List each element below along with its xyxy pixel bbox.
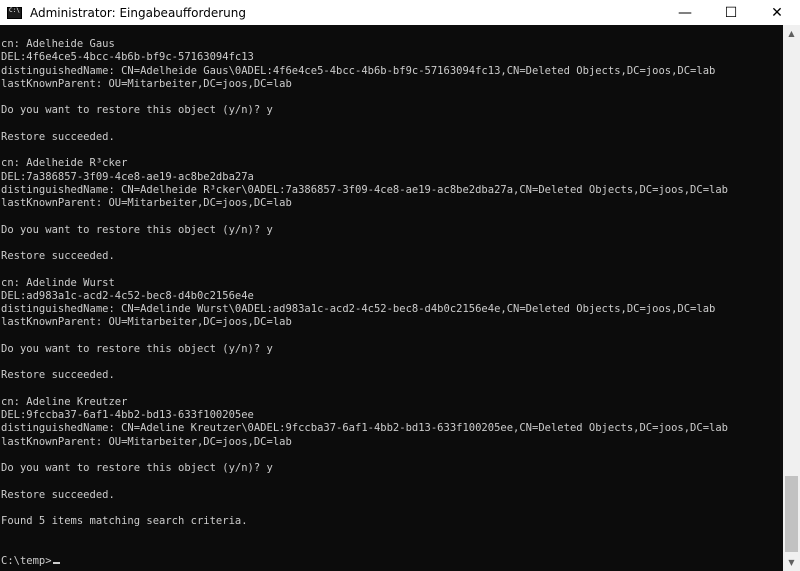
console-line: cn: Adeline Kreutzer: [1, 395, 128, 408]
close-button[interactable]: ✕: [754, 0, 800, 25]
console-line: lastKnownParent: OU=Mitarbeiter,DC=joos,…: [1, 316, 292, 329]
console-line: Restore succeeded.: [1, 250, 115, 262]
window-title: Administrator: Eingabeaufforderung: [30, 5, 246, 20]
console-line: Do you want to restore this object (y/n)…: [1, 462, 273, 474]
scroll-down-icon[interactable]: ▼: [783, 554, 800, 571]
console-output-area[interactable]: cn: Adelheide Gaus DEL:4f6e4ce5-4bcc-4b6b…: [0, 25, 783, 571]
title-bar[interactable]: Administrator: Eingabeaufforderung — ☐ ✕: [0, 0, 800, 25]
console-line: lastKnownParent: OU=Mitarbeiter,DC=joos,…: [1, 77, 292, 90]
console-line: Do you want to restore this object (y/n)…: [1, 342, 273, 355]
console-line: cn: Adelinde Wurst: [1, 276, 115, 289]
console-line: lastKnownParent: OU=Mitarbeiter,DC=joos,…: [1, 435, 292, 448]
console-line: DEL:9fccba37-6af1-4bb2-bd13-633f100205ee: [1, 409, 254, 421]
console-line: DEL:4f6e4ce5-4bcc-4b6b-bf9c-57163094fc13: [1, 51, 254, 64]
console-line: Restore succeeded.: [1, 488, 115, 501]
console-line: cn: Adelheide R³cker: [1, 157, 128, 170]
minimize-button[interactable]: —: [662, 0, 708, 25]
console-line: distinguishedName: CN=Adelheide R³cker\0…: [1, 183, 728, 196]
console-line: Restore succeeded.: [1, 369, 115, 382]
console-line: lastKnownParent: OU=Mitarbeiter,DC=joos,…: [1, 197, 292, 209]
window-controls: — ☐ ✕: [662, 0, 800, 25]
console-line: distinguishedName: CN=Adelheide Gaus\0AD…: [1, 64, 716, 77]
maximize-button[interactable]: ☐: [708, 0, 754, 25]
command-prompt-icon: [7, 6, 22, 19]
console-line: cn: Adelheide Gaus: [1, 38, 115, 50]
console-line: Restore succeeded.: [1, 130, 115, 143]
console-line: Found 5 items matching search criteria.: [1, 515, 248, 527]
console-window: Administrator: Eingabeaufforderung — ☐ ✕…: [0, 0, 800, 571]
console-line: Do you want to restore this object (y/n)…: [1, 223, 273, 236]
console-line: Do you want to restore this object (y/n)…: [1, 104, 273, 117]
text-cursor: [52, 561, 60, 564]
console-output: cn: Adelheide Gaus DEL:4f6e4ce5-4bcc-4b6b…: [0, 38, 728, 568]
console-line: distinguishedName: CN=Adelinde Wurst\0AD…: [1, 303, 716, 315]
console-line: DEL:ad983a1c-acd2-4c52-bec8-d4b0c2156e4e: [1, 289, 254, 302]
console-line: DEL:7a386857-3f09-4ce8-ae19-ac8be2dba27a: [1, 170, 254, 183]
console-line: distinguishedName: CN=Adeline Kreutzer\0…: [1, 422, 728, 435]
prompt-text: C:\temp>: [1, 554, 52, 567]
command-prompt-line[interactable]: C:\temp>: [1, 555, 728, 568]
scroll-up-icon[interactable]: ▲: [783, 25, 800, 42]
vertical-scrollbar[interactable]: ▲ ▼: [783, 25, 800, 571]
scroll-thumb[interactable]: [785, 476, 798, 552]
